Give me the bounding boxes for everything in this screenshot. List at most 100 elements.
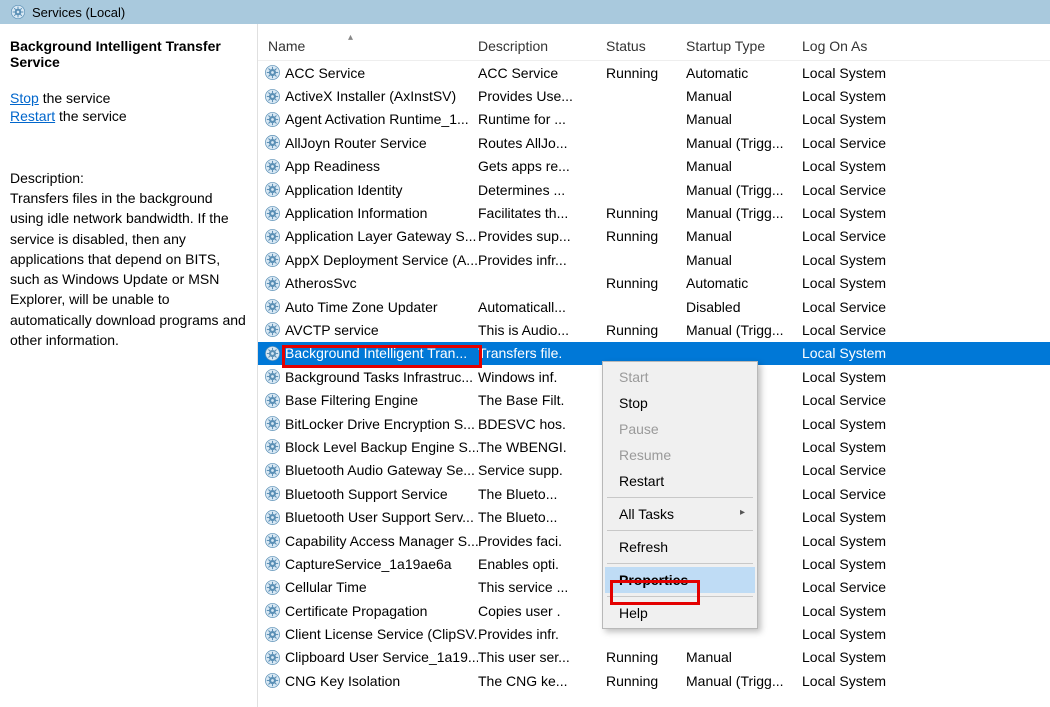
service-row[interactable]: Application IdentityDetermines ...Manual… [258, 178, 1050, 201]
service-row[interactable]: Clipboard User Service_1a19...This user … [258, 646, 1050, 669]
service-logon-as: Local Service [802, 392, 1050, 408]
service-name: Capability Access Manager S... [285, 533, 478, 549]
restart-service-link[interactable]: Restart [10, 108, 55, 124]
menu-item-restart[interactable]: Restart [605, 468, 755, 494]
service-startup-type: Manual [686, 158, 802, 174]
menu-separator [607, 563, 753, 564]
service-name: AppX Deployment Service (A... [285, 252, 478, 268]
service-status: Running [606, 228, 686, 244]
service-name: Cellular Time [285, 579, 367, 595]
service-logon-as: Local System [802, 252, 1050, 268]
service-description: This service ... [478, 579, 606, 595]
service-logon-as: Local System [802, 111, 1050, 127]
service-name: Bluetooth User Support Serv... [285, 509, 474, 525]
sort-arrow-icon: ▴ [348, 32, 353, 43]
restart-suffix: the service [55, 108, 127, 124]
service-row[interactable]: ACC ServiceACC ServiceRunningAutomaticLo… [258, 61, 1050, 84]
service-logon-as: Local System [802, 673, 1050, 689]
service-row[interactable]: Auto Time Zone UpdaterAutomaticall...Dis… [258, 295, 1050, 318]
service-gear-icon [264, 111, 281, 128]
menu-separator [607, 497, 753, 498]
service-startup-type: Manual [686, 111, 802, 127]
menu-item-properties[interactable]: Properties [605, 567, 755, 593]
service-description: Provides sup... [478, 228, 606, 244]
service-row[interactable]: AtherosSvcRunningAutomaticLocal System [258, 272, 1050, 295]
menu-item-stop[interactable]: Stop [605, 390, 755, 416]
service-gear-icon [264, 134, 281, 151]
service-gear-icon [264, 251, 281, 268]
service-gear-icon [264, 181, 281, 198]
stop-service-link[interactable]: Stop [10, 90, 39, 106]
service-description: Service supp. [478, 462, 606, 478]
service-gear-icon [264, 509, 281, 526]
service-gear-icon [264, 462, 281, 479]
service-name: Clipboard User Service_1a19... [285, 649, 478, 665]
service-gear-icon [264, 649, 281, 666]
service-startup-type: Manual (Trigg... [686, 205, 802, 221]
service-description: Windows inf. [478, 369, 606, 385]
service-description: Transfers file. [478, 345, 606, 361]
service-logon-as: Local System [802, 205, 1050, 221]
service-row[interactable]: App ReadinessGets apps re...ManualLocal … [258, 155, 1050, 178]
menu-item-refresh[interactable]: Refresh [605, 534, 755, 560]
service-startup-type: Automatic [686, 65, 802, 81]
service-logon-as: Local Service [802, 579, 1050, 595]
service-logon-as: Local System [802, 439, 1050, 455]
col-header-description[interactable]: Description [478, 38, 606, 54]
service-status: Running [606, 205, 686, 221]
service-startup-type: Automatic [686, 275, 802, 291]
col-header-name[interactable]: Name ▴ [258, 38, 478, 54]
service-gear-icon [264, 532, 281, 549]
service-gear-icon [264, 345, 281, 362]
service-row[interactable]: Application InformationFacilitates th...… [258, 201, 1050, 224]
description-body: Transfers files in the background using … [10, 188, 249, 350]
service-name: CaptureService_1a19ae6a [285, 556, 452, 572]
service-status: Running [606, 649, 686, 665]
title-bar-text: Services (Local) [32, 5, 125, 20]
service-gear-icon [264, 555, 281, 572]
service-row[interactable]: AVCTP serviceThis is Audio...RunningManu… [258, 318, 1050, 341]
service-description: Gets apps re... [478, 158, 606, 174]
service-row[interactable]: AppX Deployment Service (A...Provides in… [258, 248, 1050, 271]
col-header-startup[interactable]: Startup Type [686, 38, 802, 54]
service-gear-icon [264, 321, 281, 338]
service-row[interactable]: Application Layer Gateway S...Provides s… [258, 225, 1050, 248]
menu-item-resume: Resume [605, 442, 755, 468]
col-header-status[interactable]: Status [606, 38, 686, 54]
col-header-logon[interactable]: Log On As [802, 38, 1050, 54]
column-headers: Name ▴ Description Status Startup Type L… [258, 24, 1050, 61]
menu-item-all-tasks[interactable]: All Tasks▸ [605, 501, 755, 527]
menu-item-help[interactable]: Help [605, 600, 755, 626]
service-row[interactable]: AllJoyn Router ServiceRoutes AllJo...Man… [258, 131, 1050, 154]
service-description: Provides Use... [478, 88, 606, 104]
service-startup-type: Manual (Trigg... [686, 135, 802, 151]
service-logon-as: Local System [802, 369, 1050, 385]
services-list-panel: Name ▴ Description Status Startup Type L… [258, 24, 1050, 707]
service-logon-as: Local Service [802, 135, 1050, 151]
service-description: Facilitates th... [478, 205, 606, 221]
service-row[interactable]: CNG Key IsolationThe CNG ke...RunningMan… [258, 669, 1050, 692]
service-name: AVCTP service [285, 322, 379, 338]
service-gear-icon [264, 415, 281, 432]
service-logon-as: Local System [802, 509, 1050, 525]
service-row[interactable]: Agent Activation Runtime_1...Runtime for… [258, 108, 1050, 131]
service-logon-as: Local Service [802, 228, 1050, 244]
menu-item-start: Start [605, 364, 755, 390]
service-name: Background Tasks Infrastruc... [285, 369, 473, 385]
service-description: The CNG ke... [478, 673, 606, 689]
service-name: Background Intelligent Tran... [285, 345, 467, 361]
service-description: BDESVC hos. [478, 416, 606, 432]
service-gear-icon [264, 228, 281, 245]
service-name: CNG Key Isolation [285, 673, 400, 689]
service-name: ACC Service [285, 65, 365, 81]
service-logon-as: Local System [802, 345, 1050, 361]
menu-separator [607, 596, 753, 597]
service-description: Runtime for ... [478, 111, 606, 127]
service-logon-as: Local System [802, 275, 1050, 291]
context-menu[interactable]: StartStopPauseResumeRestartAll Tasks▸Ref… [602, 361, 758, 629]
service-startup-type: Manual [686, 649, 802, 665]
service-row[interactable]: ActiveX Installer (AxInstSV)Provides Use… [258, 84, 1050, 107]
service-gear-icon [264, 579, 281, 596]
service-description: Provides faci. [478, 533, 606, 549]
services-app-icon [10, 4, 26, 20]
